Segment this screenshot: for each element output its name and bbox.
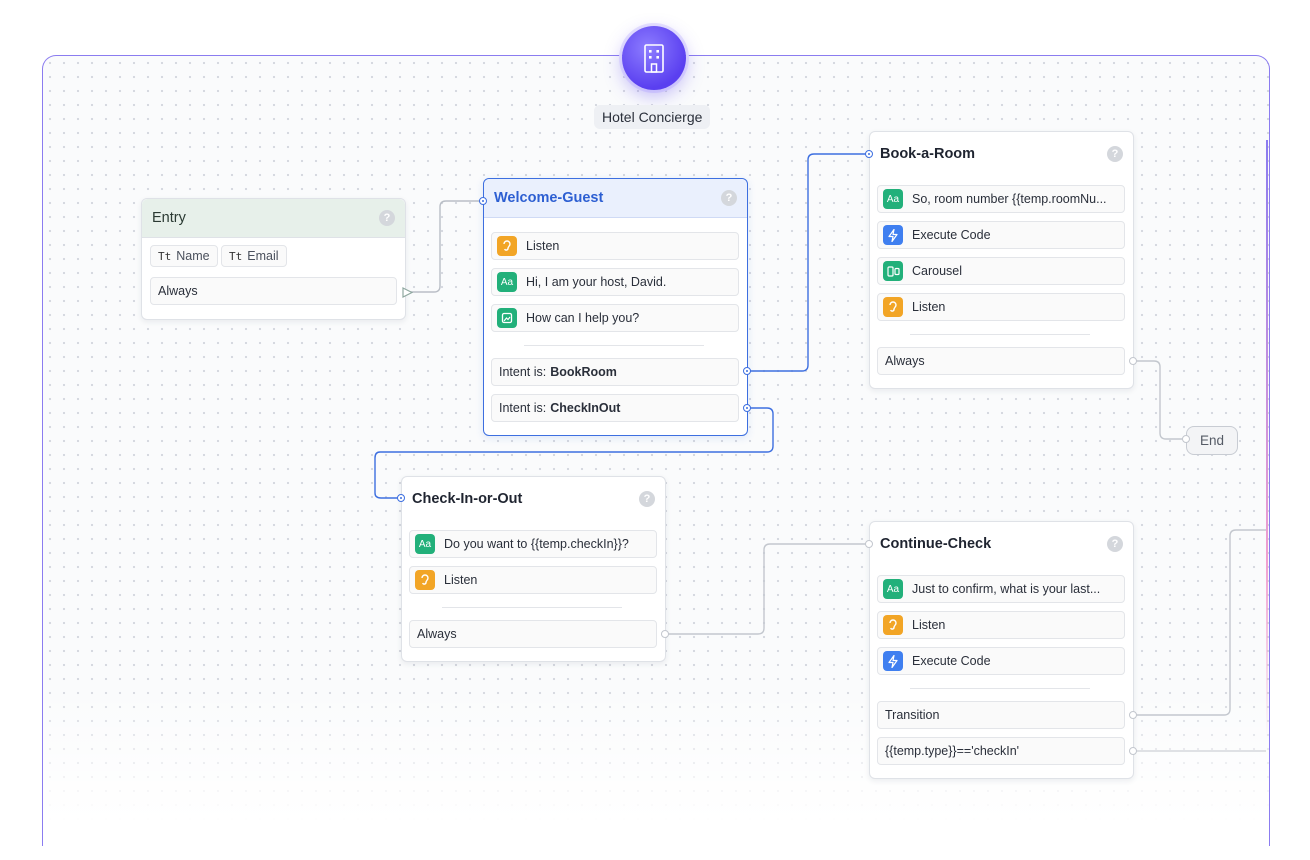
- book-input-port[interactable]: [865, 150, 873, 158]
- step-listen[interactable]: Listen: [877, 293, 1125, 321]
- text-type-icon: Tt: [229, 249, 243, 263]
- end-input-port[interactable]: [1182, 435, 1190, 443]
- step-execute-code[interactable]: Execute Code: [877, 647, 1125, 675]
- condition-row[interactable]: {{temp.type}}=='checkIn': [877, 737, 1125, 765]
- book-node-header: Book-a-Room ?: [870, 132, 1133, 177]
- condition-always[interactable]: Always: [409, 620, 657, 648]
- checkinout-output-port[interactable]: [743, 404, 751, 412]
- continue-input-port[interactable]: [865, 540, 873, 548]
- node-title: Check-In-or-Out: [412, 491, 523, 507]
- ear-icon: [497, 236, 517, 256]
- step-listen[interactable]: Listen: [491, 232, 739, 260]
- divider: [910, 688, 1090, 689]
- book-output-port[interactable]: [1129, 357, 1137, 365]
- condition-always[interactable]: Always: [877, 347, 1125, 375]
- node-title: Continue-Check: [880, 536, 992, 552]
- condition-always[interactable]: Always: [150, 277, 397, 305]
- transition-output-port[interactable]: [1129, 711, 1137, 719]
- help-icon[interactable]: ?: [721, 190, 737, 206]
- help-icon[interactable]: ?: [639, 491, 655, 507]
- ear-icon: [415, 570, 435, 590]
- text-icon: Aa: [883, 189, 903, 209]
- step-execute-code[interactable]: Execute Code: [877, 221, 1125, 249]
- entry-output-port[interactable]: [402, 287, 413, 298]
- welcome-node-header: Welcome-Guest ?: [484, 179, 747, 218]
- check-input-port[interactable]: [397, 494, 405, 502]
- divider: [524, 345, 704, 346]
- ear-icon: [883, 297, 903, 317]
- step-listen[interactable]: Listen: [877, 611, 1125, 639]
- continue-check-node[interactable]: Continue-Check ? Aa Just to confirm, wha…: [869, 521, 1134, 779]
- continue-node-header: Continue-Check ?: [870, 522, 1133, 567]
- end-node[interactable]: End: [1186, 426, 1238, 455]
- carousel-icon: [883, 261, 903, 281]
- help-icon[interactable]: ?: [1107, 536, 1123, 552]
- lightning-icon: [883, 225, 903, 245]
- step-listen[interactable]: Listen: [409, 566, 657, 594]
- check-in-or-out-node[interactable]: Check-In-or-Out ? Aa Do you want to {{te…: [401, 476, 666, 662]
- step-text[interactable]: Aa So, room number {{temp.roomNu...: [877, 185, 1125, 213]
- book-a-room-node[interactable]: Book-a-Room ? Aa So, room number {{temp.…: [869, 131, 1134, 389]
- lightning-icon: [883, 651, 903, 671]
- variable-chip-name[interactable]: Tt Name: [150, 245, 218, 267]
- step-image[interactable]: How can I help you?: [491, 304, 739, 332]
- divider: [442, 607, 622, 608]
- intent-bookroom[interactable]: Intent is: BookRoom: [491, 358, 739, 386]
- node-title: Book-a-Room: [880, 146, 976, 162]
- canvas-edge-highlight: [1266, 140, 1268, 740]
- project-title[interactable]: Hotel Concierge: [594, 105, 711, 129]
- text-icon: Aa: [497, 272, 517, 292]
- hotel-logo[interactable]: [622, 26, 686, 90]
- step-carousel[interactable]: Carousel: [877, 257, 1125, 285]
- help-icon[interactable]: ?: [1107, 146, 1123, 162]
- text-icon: Aa: [415, 534, 435, 554]
- ear-icon: [883, 615, 903, 635]
- building-icon: [644, 44, 664, 73]
- bookroom-output-port[interactable]: [743, 367, 751, 375]
- welcome-guest-node[interactable]: Welcome-Guest ? Listen Aa Hi, I am your …: [483, 178, 748, 436]
- text-type-icon: Tt: [158, 249, 172, 263]
- help-icon[interactable]: ?: [379, 210, 395, 226]
- divider: [910, 334, 1090, 335]
- check-node-header: Check-In-or-Out ?: [402, 477, 665, 522]
- intent-checkinout[interactable]: Intent is: CheckInOut: [491, 394, 739, 422]
- transition-row[interactable]: Transition: [877, 701, 1125, 729]
- step-text[interactable]: Aa Hi, I am your host, David.: [491, 268, 739, 296]
- image-icon: [497, 308, 517, 328]
- step-text[interactable]: Aa Do you want to {{temp.checkIn}}?: [409, 530, 657, 558]
- condition-output-port[interactable]: [1129, 747, 1137, 755]
- node-title: Welcome-Guest: [494, 190, 604, 206]
- step-text[interactable]: Aa Just to confirm, what is your last...: [877, 575, 1125, 603]
- text-icon: Aa: [883, 579, 903, 599]
- check-output-port[interactable]: [661, 630, 669, 638]
- entry-node[interactable]: Entry ? Tt Name Tt Email Always: [141, 198, 406, 320]
- node-title: Entry: [152, 210, 186, 226]
- variable-chip-email[interactable]: Tt Email: [221, 245, 287, 267]
- welcome-input-port[interactable]: [479, 197, 487, 205]
- entry-node-header: Entry ?: [142, 199, 405, 238]
